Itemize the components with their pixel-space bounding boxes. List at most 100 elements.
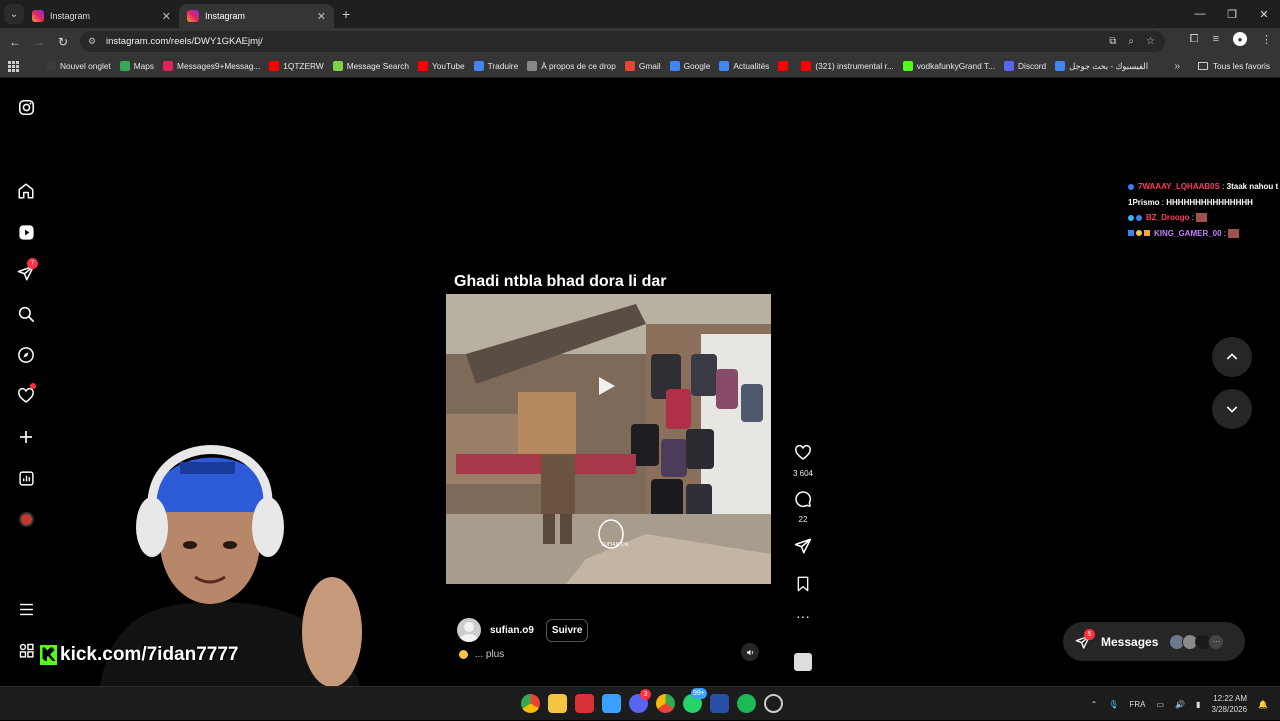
messages-button[interactable]: 5 Messages ···: [1063, 622, 1245, 661]
extensions-icon[interactable]: ⧠: [1190, 33, 1199, 46]
address-bar[interactable]: ⚙ instagram.com/reels/DWY1GKAEjmj/ ⧉ ⌕ ☆: [80, 31, 1165, 52]
share-action[interactable]: [790, 537, 816, 560]
app-blue-icon[interactable]: [710, 694, 729, 713]
discord-icon[interactable]: 3: [629, 689, 651, 713]
author-avatar[interactable]: [457, 618, 481, 642]
close-window-button[interactable]: ✕: [1248, 0, 1280, 28]
spotify-icon[interactable]: [737, 694, 756, 713]
bookmark-item[interactable]: Maps: [119, 61, 154, 71]
search-icon[interactable]: [16, 304, 36, 324]
notepad-icon[interactable]: [602, 694, 621, 713]
more-icon: ···: [1208, 633, 1225, 650]
browser-menu-icon[interactable]: ⋮: [1261, 33, 1272, 46]
bookmark-item[interactable]: Actualités: [719, 61, 769, 71]
bookmark-item[interactable]: Message Search: [332, 61, 409, 71]
clock[interactable]: 12:22 AM 3/28/2026: [1211, 693, 1247, 715]
bookmark-star-icon[interactable]: ☆: [1146, 36, 1155, 47]
reel-card: Ghadi ntbla bhad dora li dar SUFIAN.O9 s…: [446, 93, 771, 673]
tab-instagram-1[interactable]: Instagram ✕: [24, 4, 179, 28]
save-action[interactable]: [790, 576, 816, 597]
comment-action[interactable]: 22: [790, 490, 816, 524]
language-indicator[interactable]: FRA: [1130, 700, 1146, 709]
comment-icon[interactable]: [794, 490, 812, 508]
notification-dot: [30, 383, 36, 389]
play-icon[interactable]: [599, 377, 615, 395]
caption-more[interactable]: ... plus: [475, 649, 504, 660]
more-options-icon[interactable]: ···: [790, 609, 816, 623]
bookmark-favicon-icon: [669, 61, 680, 71]
reel-caption[interactable]: ... plus: [459, 649, 504, 660]
restore-button[interactable]: ❐: [1216, 0, 1248, 28]
whatsapp-icon[interactable]: 99+: [683, 688, 707, 713]
site-info-icon[interactable]: ⚙: [88, 36, 100, 48]
heart-icon[interactable]: [794, 444, 812, 462]
all-bookmarks-button[interactable]: Tous les favoris: [1197, 61, 1270, 71]
bookmark-icon[interactable]: [795, 576, 811, 592]
tab-instagram-2[interactable]: Instagram ✕: [179, 4, 334, 28]
bookmark-item[interactable]: vodkafunkyGrand T...: [902, 61, 995, 71]
reel-title: Ghadi ntbla bhad dora li dar: [454, 273, 667, 290]
app-red-icon[interactable]: [575, 694, 594, 713]
battery-icon[interactable]: ▮: [1196, 700, 1200, 709]
next-reel-button[interactable]: [1212, 389, 1252, 429]
apps-grid-icon[interactable]: [8, 61, 19, 72]
previous-reel-button[interactable]: [1212, 337, 1252, 377]
create-plus-icon[interactable]: [16, 427, 36, 447]
close-icon[interactable]: ✕: [162, 10, 171, 23]
explore-compass-icon[interactable]: [16, 345, 36, 365]
notifications-heart-icon[interactable]: [16, 383, 36, 406]
sound-toggle-icon[interactable]: [741, 643, 759, 661]
volume-icon[interactable]: 🔊: [1175, 700, 1185, 709]
chrome-icon[interactable]: [521, 694, 540, 713]
chrome-alt-icon[interactable]: [656, 694, 675, 713]
all-bookmarks-label: Tous les favoris: [1212, 61, 1270, 71]
bookmark-item[interactable]: Gmail: [624, 61, 661, 71]
windows-start-icon[interactable]: [496, 694, 513, 711]
forward-button[interactable]: →: [27, 35, 51, 49]
instagram-logo-icon[interactable]: [16, 97, 36, 117]
menu-hamburger-icon[interactable]: [16, 599, 36, 619]
bookmark-item[interactable]: (321) instrumental r...: [801, 61, 894, 71]
zoom-icon[interactable]: ⌕: [1128, 36, 1134, 47]
bookmark-item[interactable]: Messages9+Messag...: [163, 61, 260, 71]
dashboard-icon[interactable]: [16, 468, 36, 488]
bookmark-item[interactable]: Google: [669, 61, 710, 71]
bookmark-item[interactable]: À propos de ce drop: [527, 61, 616, 71]
notification-bell-icon[interactable]: 🔔: [1258, 700, 1268, 709]
network-icon[interactable]: ▭: [1157, 700, 1165, 709]
bookmark-item[interactable]: الفيسبوك - بحث جوجل: [1055, 61, 1148, 71]
like-action[interactable]: 3 604: [790, 444, 816, 478]
audio-avatar[interactable]: [790, 653, 816, 676]
bookmark-item[interactable]: Discord: [1004, 61, 1046, 71]
back-button[interactable]: ←: [3, 35, 27, 49]
bookmark-item[interactable]: Traduire: [473, 61, 518, 71]
install-app-icon[interactable]: ⧉: [1109, 36, 1116, 47]
minimize-button[interactable]: —: [1184, 0, 1216, 28]
new-tab-button[interactable]: +: [342, 6, 350, 22]
media-control-icon[interactable]: ≡: [1213, 33, 1219, 45]
follow-button[interactable]: Suivre: [545, 618, 589, 642]
reels-icon[interactable]: [16, 222, 36, 242]
reel-video[interactable]: SUFIAN.O9: [446, 294, 771, 584]
settings-gear-icon[interactable]: [764, 694, 783, 713]
reload-button[interactable]: ↻: [51, 35, 75, 49]
share-icon[interactable]: [794, 537, 812, 555]
more-apps-icon[interactable]: [16, 640, 36, 660]
chevron-up-icon[interactable]: ⌃: [1091, 700, 1098, 709]
bookmark-item[interactable]: [778, 61, 792, 71]
browser-toolbar: ← → ↻ ⚙ instagram.com/reels/DWY1GKAEjmj/…: [0, 28, 1280, 55]
more-bookmarks-icon[interactable]: »: [1174, 61, 1180, 72]
file-explorer-icon[interactable]: [548, 694, 567, 713]
direct-messages-icon[interactable]: 7: [16, 258, 38, 283]
bookmark-item[interactable]: 1QTZERW: [269, 61, 324, 71]
bookmark-item[interactable]: Nouvel onglet: [46, 61, 111, 71]
profile-avatar-icon[interactable]: [16, 509, 36, 529]
microphone-icon[interactable]: 🎙: [1108, 700, 1118, 709]
bookmark-item[interactable]: YouTube: [417, 61, 465, 71]
profile-avatar-icon[interactable]: ●: [1233, 32, 1247, 46]
chat-badge-icon: [1128, 230, 1134, 237]
close-icon[interactable]: ✕: [317, 10, 326, 23]
home-icon[interactable]: [16, 181, 36, 201]
author-username[interactable]: sufian.o9: [490, 625, 534, 636]
tab-search-button[interactable]: ⌄: [4, 4, 24, 24]
